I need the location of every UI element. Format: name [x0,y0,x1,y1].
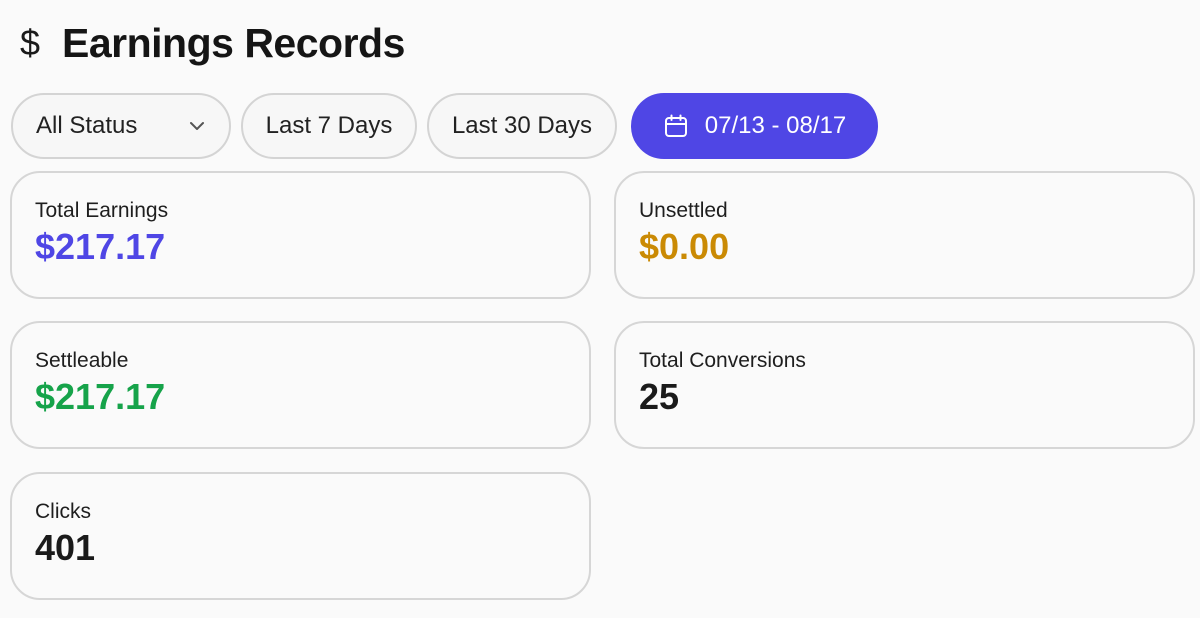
settleable-label: Settleable [35,349,129,372]
status-dropdown-label: All Status [36,112,138,139]
total-conversions-card: Total Conversions 25 [614,321,1195,449]
chevron-down-icon [187,116,207,136]
last-7-days-label: Last 7 Days [265,112,393,139]
calendar-icon [663,113,689,139]
page-title: Earnings Records [62,19,405,66]
date-range-button[interactable]: 07/13 - 08/17 [631,93,878,159]
filter-bar: All Status Last 7 Days Last 30 Days 07/1… [11,93,878,159]
settleable-card: Settleable $217.17 [10,321,591,449]
date-range-label: 07/13 - 08/17 [704,112,847,139]
total-conversions-label: Total Conversions [639,349,806,372]
total-earnings-label: Total Earnings [35,199,169,222]
dollar-icon: $ [19,22,41,63]
clicks-card: Clicks 401 [10,472,591,600]
total-earnings-card: Total Earnings $217.17 [10,171,591,299]
settleable-value: $217.17 [35,376,166,417]
page-header: $ Earnings Records [16,18,405,68]
clicks-label: Clicks [35,500,91,523]
status-dropdown[interactable]: All Status [11,93,231,159]
total-earnings-value: $217.17 [35,226,166,267]
earnings-records-page: $ Earnings Records All Status Last 7 Day… [0,0,1200,618]
unsettled-label: Unsettled [639,199,728,222]
total-conversions-value: 25 [639,376,680,417]
last-30-days-button[interactable]: Last 30 Days [427,93,617,159]
unsettled-value: $0.00 [639,226,730,267]
unsettled-card: Unsettled $0.00 [614,171,1195,299]
clicks-value: 401 [35,527,96,568]
last-30-days-label: Last 30 Days [451,112,593,139]
last-7-days-button[interactable]: Last 7 Days [241,93,417,159]
